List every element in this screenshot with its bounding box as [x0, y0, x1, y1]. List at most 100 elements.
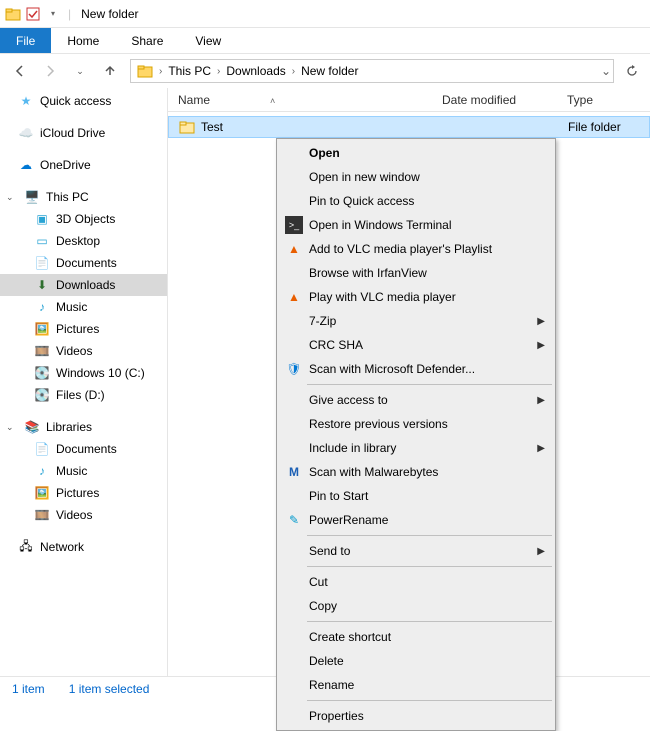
sidebar-item-network[interactable]: 🖧 Network: [0, 536, 167, 558]
sidebar-item-d-drive[interactable]: 💽Files (D:): [0, 384, 167, 406]
ctx-restore-versions[interactable]: Restore previous versions: [279, 412, 553, 436]
column-name[interactable]: Name˄: [168, 93, 432, 107]
breadcrumb[interactable]: › This PC › Downloads › New folder ⌄: [130, 59, 614, 83]
ctx-delete[interactable]: Delete: [279, 649, 553, 673]
breadcrumb-new-folder[interactable]: New folder: [297, 60, 362, 82]
ctx-powerrename[interactable]: ✎PowerRename: [279, 508, 553, 532]
breadcrumb-downloads[interactable]: Downloads: [222, 60, 289, 82]
ctx-crc-sha[interactable]: CRC SHA▶: [279, 333, 553, 357]
ctx-vlc-add[interactable]: ▲Add to VLC media player's Playlist: [279, 237, 553, 261]
sidebar-item-downloads[interactable]: ⬇ Downloads: [0, 274, 167, 296]
tab-view[interactable]: View: [179, 28, 237, 53]
column-date-modified[interactable]: Date modified: [432, 93, 557, 107]
ctx-create-shortcut[interactable]: Create shortcut: [279, 625, 553, 649]
cloud-icon: ☁: [18, 157, 34, 173]
download-icon: ⬇: [34, 277, 50, 293]
column-type[interactable]: Type: [557, 93, 593, 107]
video-icon: 🎞️: [34, 343, 50, 359]
sidebar-item-lib-videos[interactable]: 🎞️Videos: [0, 504, 167, 526]
status-selection-count: 1 item selected: [69, 682, 150, 696]
sidebar-item-c-drive[interactable]: 💽Windows 10 (C:): [0, 362, 167, 384]
sidebar-item-documents[interactable]: 📄Documents: [0, 252, 167, 274]
chevron-right-icon: ▶: [537, 546, 545, 557]
music-icon: ♪: [34, 463, 50, 479]
tab-home[interactable]: Home: [51, 28, 115, 53]
sidebar-item-3d-objects[interactable]: ▣3D Objects: [0, 208, 167, 230]
caret-down-icon[interactable]: ⌄: [6, 192, 14, 203]
chevron-right-icon: ▶: [537, 316, 545, 327]
file-row[interactable]: Test File folder: [168, 116, 650, 138]
sidebar-item-music[interactable]: ♪Music: [0, 296, 167, 318]
quick-access-toolbar-icon[interactable]: [24, 5, 42, 23]
sidebar-item-pictures[interactable]: 🖼️Pictures: [0, 318, 167, 340]
sidebar-item-label: OneDrive: [40, 158, 91, 172]
refresh-button[interactable]: [620, 59, 644, 83]
window-title: New folder: [81, 7, 138, 21]
sidebar-item-libraries[interactable]: ⌄📚Libraries: [0, 416, 167, 438]
picture-icon: 🖼️: [34, 321, 50, 337]
cube-icon: ▣: [34, 211, 50, 227]
ctx-open-terminal[interactable]: >_Open in Windows Terminal: [279, 213, 553, 237]
sidebar-item-lib-documents[interactable]: 📄Documents: [0, 438, 167, 460]
sidebar-item-videos[interactable]: 🎞️Videos: [0, 340, 167, 362]
picture-icon: 🖼️: [34, 485, 50, 501]
sidebar-item-label: Downloads: [56, 278, 115, 292]
ctx-vlc-play[interactable]: ▲Play with VLC media player: [279, 285, 553, 309]
ctx-malwarebytes[interactable]: MScan with Malwarebytes: [279, 460, 553, 484]
ctx-include-library[interactable]: Include in library▶: [279, 436, 553, 460]
sidebar-item-this-pc[interactable]: ⌄🖥️This PC: [0, 186, 167, 208]
up-button[interactable]: [96, 57, 124, 85]
sidebar-item-label: Quick access: [40, 94, 111, 108]
column-headers: Name˄ Date modified Type: [168, 88, 650, 112]
forward-button[interactable]: [36, 57, 64, 85]
chevron-right-icon[interactable]: ›: [290, 66, 297, 77]
ctx-rename[interactable]: Rename: [279, 673, 553, 697]
sidebar-item-desktop[interactable]: ▭ Desktop: [0, 230, 167, 252]
title-bar: ▾ | New folder: [0, 0, 650, 28]
context-menu: Open Open in new window Pin to Quick acc…: [276, 138, 556, 731]
network-icon: 🖧: [18, 539, 34, 555]
ctx-send-to[interactable]: Send to▶: [279, 539, 553, 563]
drive-icon: 💽: [34, 365, 50, 381]
path-dropdown-icon[interactable]: ⌄: [601, 64, 611, 78]
tab-share[interactable]: Share: [115, 28, 179, 53]
breadcrumb-this-pc[interactable]: This PC: [164, 60, 215, 82]
recent-dropdown-icon[interactable]: ⌄: [66, 57, 94, 85]
terminal-icon: >_: [285, 216, 303, 234]
malwarebytes-icon: M: [285, 463, 303, 481]
ctx-give-access[interactable]: Give access to▶: [279, 388, 553, 412]
ctx-properties[interactable]: Properties: [279, 704, 553, 728]
file-type: File folder: [558, 120, 621, 134]
sidebar-item-lib-music[interactable]: ♪Music: [0, 460, 167, 482]
ctx-defender[interactable]: 🛡Scan with Microsoft Defender...: [279, 357, 553, 381]
ctx-pin-start[interactable]: Pin to Start: [279, 484, 553, 508]
caret-down-icon[interactable]: ⌄: [6, 422, 14, 433]
menu-separator: [307, 384, 552, 385]
ctx-7zip[interactable]: 7-Zip▶: [279, 309, 553, 333]
chevron-right-icon[interactable]: ›: [215, 66, 222, 77]
ctx-pin-quick-access[interactable]: Pin to Quick access: [279, 189, 553, 213]
back-button[interactable]: [6, 57, 34, 85]
sidebar-item-label: Desktop: [56, 234, 100, 248]
qat-dropdown-icon[interactable]: ▾: [44, 5, 62, 23]
sidebar-item-icloud-drive[interactable]: ☁️iCloud Drive: [0, 122, 167, 144]
ctx-open[interactable]: Open: [279, 141, 553, 165]
sidebar-item-quick-access[interactable]: ★ Quick access: [0, 90, 167, 112]
tab-file[interactable]: File: [0, 28, 51, 53]
menu-separator: [307, 621, 552, 622]
folder-icon: [133, 60, 157, 82]
ctx-cut[interactable]: Cut: [279, 570, 553, 594]
ctx-irfanview[interactable]: Browse with IrfanView: [279, 261, 553, 285]
chevron-right-icon[interactable]: ›: [157, 66, 164, 77]
folder-icon: [4, 5, 22, 23]
desktop-icon: ▭: [34, 233, 50, 249]
shield-icon: 🛡: [285, 360, 303, 378]
sidebar-item-lib-pictures[interactable]: 🖼️Pictures: [0, 482, 167, 504]
sidebar-item-label: Network: [40, 540, 84, 554]
ctx-copy[interactable]: Copy: [279, 594, 553, 618]
ctx-open-new-window[interactable]: Open in new window: [279, 165, 553, 189]
music-icon: ♪: [34, 299, 50, 315]
star-icon: ★: [18, 93, 34, 109]
sidebar-item-onedrive[interactable]: ☁ OneDrive: [0, 154, 167, 176]
file-name: Test: [201, 120, 223, 134]
